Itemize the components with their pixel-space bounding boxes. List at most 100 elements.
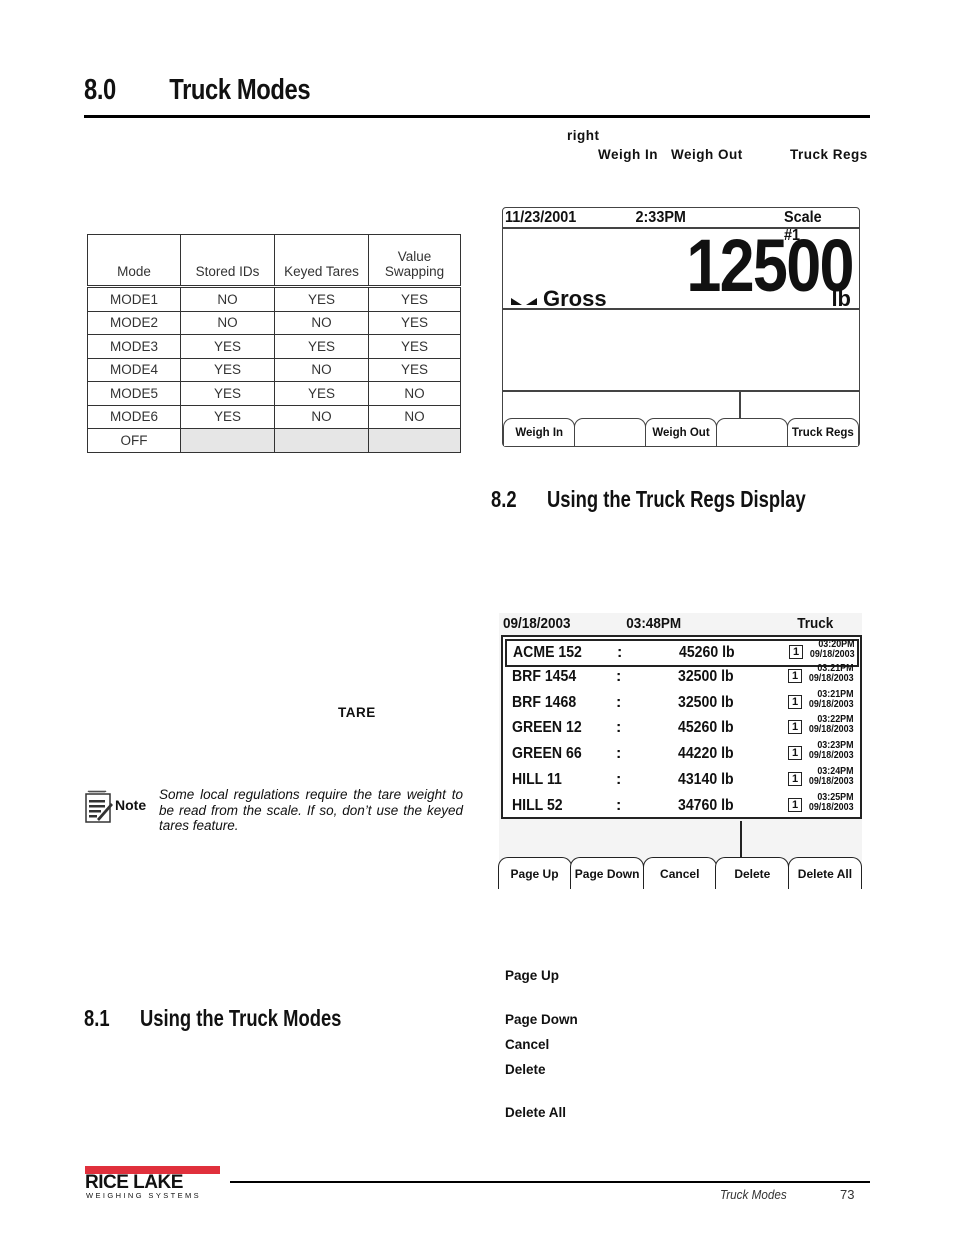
mode-cell: MODE5 [87,381,181,406]
feature-cell: YES [274,381,369,406]
softkey-bar: Page Up Page Down Cancel Delete Delete A… [497,857,862,889]
truck-row[interactable]: HILL 52: 34760 lb 1 03:25PM 09/18/2003 [506,792,856,818]
divider [503,390,859,392]
timestamp: 03:22PM 09/18/2003 [809,714,854,736]
table-row: MODE6 YES NO NO [87,404,461,429]
softkey-page-up[interactable]: Page Up [497,857,572,889]
feature-cell: NO [368,404,461,429]
function-key-delete-all: Delete All [505,1105,567,1120]
softkey-weigh-out[interactable]: Weigh Out [644,418,718,446]
truck-id: BRF 1454 [512,667,577,685]
section-number: 8.1 [84,1005,110,1031]
softkey-truck-regs[interactable]: Truck Regs [786,418,860,446]
truck-row[interactable]: GREEN 66: 44220 lb 1 03:23PM 09/18/2003 [506,740,856,766]
date: 09/18/2003 [810,648,855,660]
feature-cell [368,428,461,453]
softkey-page-down[interactable]: Page Down [570,857,645,889]
table-row: MODE5 YES YES NO [87,381,461,406]
feature-cell: NO [274,357,369,382]
scale-count-badge: 1 [788,797,802,812]
truck-row[interactable]: HILL 11: 43140 lb 1 03:24PM 09/18/2003 [506,766,856,792]
note-label: Note [115,797,147,813]
scale-count-badge: 1 [788,694,802,709]
table-header-row: Mode Stored IDs Keyed Tares Value Swappin… [87,234,461,287]
standstill-icon [511,298,537,305]
feature-cell: YES [368,310,461,335]
divider [739,390,741,418]
truck-id: BRF 1468 [512,693,577,711]
truck-id: GREEN 12 [512,719,582,737]
feature-cell: YES [368,334,461,359]
separator: : [616,771,622,788]
truck-ids-screen: 09/18/2003 03:48PM Truck IDs ACME 152: 45… [497,613,862,889]
date: 09/18/2003 [809,800,854,813]
feature-cell: NO [274,404,369,429]
separator: : [616,693,622,711]
header-line: Swapping [384,264,445,279]
mode-cell: MODE2 [87,310,181,335]
separator: : [616,796,622,814]
keyword-truck-regs: Truck Regs [790,147,868,162]
scale-count-badge: 1 [789,645,803,659]
softkey-delete[interactable]: Delete [715,857,790,889]
feature-cell [180,428,275,453]
timestamp: 03:24PM 09/18/2003 [809,766,854,787]
feature-cell: NO [180,310,275,335]
table-row: MODE1 NO YES YES [87,286,461,312]
table-row: MODE3 YES YES YES [87,334,461,359]
weight-readout: 12500 [686,224,855,307]
col-header-mode: Mode [87,234,181,287]
col-header-value-swapping: Value Swapping [368,234,461,287]
feature-cell: NO [368,381,461,406]
truck-id: ACME 152 [513,644,582,661]
date: 09/18/2003 [809,723,854,736]
tare-weight: 45260 lb [679,644,735,661]
timestamp: 03:21PM 09/18/2003 [809,688,854,710]
heading-title: Truck Modes [169,74,311,106]
truck-row[interactable]: BRF 1454: 32500 lb 1 03:21PM 09/18/2003 [506,663,856,689]
table-row: OFF [87,428,461,453]
status-bar: 09/18/2003 03:48PM Truck IDs [503,615,833,649]
feature-cell: YES [180,404,275,429]
timestamp: 03:21PM 09/18/2003 [809,663,854,684]
note-text: Some local regulations require the tare … [159,787,463,833]
truck-id-list: ACME 152: 45260 lb 1 03:20PM 09/18/2003 BRF 1… [501,635,862,819]
truck-row[interactable]: GREEN 12: 45260 lb 1 03:22PM 09/18/2003 [506,714,856,740]
col-header-keyed-tares: Keyed Tares [274,234,369,287]
date: 09/18/2003 [809,697,854,710]
keyword-tare: TARE [338,705,376,720]
scale-count-badge: 1 [788,668,802,683]
softkey-blank-2[interactable] [715,418,789,446]
feature-cell: YES [180,381,275,406]
feature-cell: YES [274,286,369,312]
keyword-right: right [567,128,600,143]
display-time: 2:33PM [635,209,686,226]
col-header-stored-ids: Stored IDs [180,234,275,287]
separator: : [616,719,622,737]
softkey-weigh-in[interactable]: Weigh In [503,418,576,446]
timestamp: 03:20PM 09/18/2003 [810,639,855,660]
display-date: 09/18/2003 [503,615,571,632]
timestamp: 03:23PM 09/18/2003 [809,740,854,761]
table-row: MODE2 NO NO YES [87,310,461,335]
function-key-delete: Delete [505,1062,546,1077]
softkey-cancel[interactable]: Cancel [642,857,717,889]
note-icon [85,790,113,823]
softkey-blank-1[interactable] [573,418,647,446]
truck-id: HILL 52 [512,796,563,814]
section-number: 8.2 [491,486,517,512]
scale-count-badge: 1 [788,720,802,735]
feature-cell: YES [180,357,275,382]
footer-section-title: Truck Modes [720,1187,787,1202]
tare-weight: 43140 lb [678,771,734,788]
section-heading-8-1: 8.1 Using the Truck Modes [84,1005,341,1032]
truck-row[interactable]: BRF 1468: 32500 lb 1 03:21PM 09/18/2003 [506,688,856,715]
mode-cell: MODE6 [87,404,181,429]
softkey-delete-all[interactable]: Delete All [787,857,862,889]
mode-cell: MODE4 [87,357,181,382]
feature-cell: NO [274,310,369,335]
truck-row-selected[interactable]: ACME 152: 45260 lb 1 03:20PM 09/18/2003 [505,639,859,667]
separator: : [616,745,622,763]
scale-count-badge: 1 [788,746,802,761]
feature-cell: NO [180,286,275,312]
